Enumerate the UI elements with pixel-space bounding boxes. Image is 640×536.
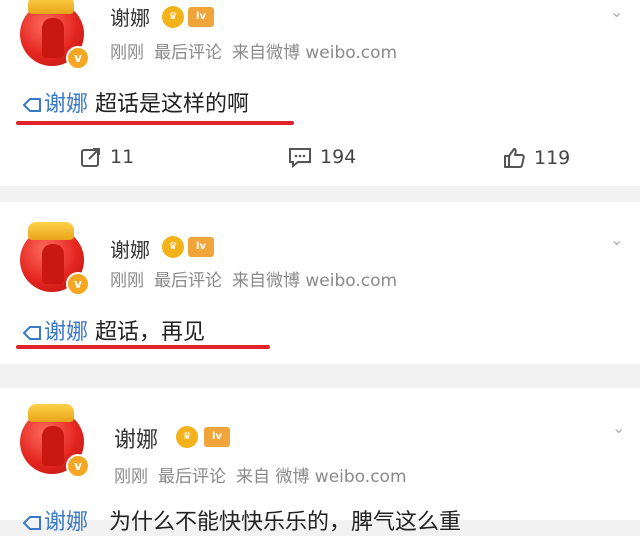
chevron-down-icon[interactable]: ⌄ [612, 418, 625, 437]
chevron-down-icon[interactable]: ⌄ [610, 230, 623, 249]
repost-icon [81, 148, 100, 167]
post-text: 超话，再见 [95, 320, 206, 345]
chevron-down-icon[interactable]: ⌄ [610, 2, 623, 21]
verified-icon: v [66, 272, 90, 296]
crown-decoration [28, 0, 74, 14]
level-icon: lv [204, 427, 230, 447]
post-time: 刚刚 [114, 467, 148, 487]
like-button[interactable]: 119 [502, 146, 570, 170]
topic-name: 谢娜 [44, 320, 89, 345]
gold-member-icon: ♛ [162, 6, 184, 28]
avatar-figure [42, 426, 64, 466]
gold-member-icon: ♛ [162, 236, 184, 258]
topic-name: 谢娜 [44, 92, 89, 117]
level-icon: lv [188, 7, 214, 27]
post-actions: 11 194 119 [0, 130, 640, 186]
super-topic-link[interactable]: 谢娜 [22, 320, 88, 345]
super-topic-link[interactable]: 谢娜 [22, 92, 88, 117]
last-comment-label: 最后评论 [154, 43, 222, 63]
avatar-figure [42, 244, 64, 284]
post-meta: 刚刚 最后评论 来自微博 weibo.com [110, 38, 407, 63]
red-underline [16, 345, 270, 349]
comment-button[interactable]: 194 [288, 146, 356, 168]
post-source: 来自微博 weibo.com [232, 271, 398, 291]
post-source: 来自微博 weibo.com [232, 43, 398, 63]
like-count: 119 [534, 147, 571, 169]
weibo-post: v 谢娜 ♛ lv ⌄ 刚刚 最后评论 来自 微博 weibo.com 谢娜 为什么… [0, 388, 640, 535]
post-content: 谢娜 为什么不能快快乐乐的，脾气这么重 [22, 504, 461, 536]
post-content: 谢娜 超话，再见 [22, 314, 205, 346]
post-time: 刚刚 [110, 271, 144, 291]
weibo-post: v 谢娜 ♛ lv ⌄ 刚刚 最后评论 来自微博 weibo.com 谢娜 超话是这… [0, 0, 640, 130]
weibo-post: v 谢娜 ♛ lv ⌄ 刚刚 最后评论 来自微博 weibo.com 谢娜 超话，再… [0, 202, 640, 364]
last-comment-label: 最后评论 [158, 467, 226, 487]
post-text: 为什么不能快快乐乐的，脾气这么重 [109, 510, 462, 535]
super-topic-link[interactable]: 谢娜 [22, 510, 88, 535]
repost-count: 11 [110, 146, 135, 168]
avatar-figure [42, 18, 64, 58]
repost-button[interactable]: 11 [80, 146, 134, 168]
like-icon [504, 148, 525, 168]
topic-name: 谢娜 [44, 510, 89, 535]
verified-icon: v [66, 454, 90, 478]
post-text: 超话是这样的啊 [95, 92, 250, 117]
author-name[interactable]: 谢娜 [110, 234, 150, 263]
post-meta: 刚刚 最后评论 来自微博 weibo.com [110, 266, 407, 291]
last-comment-label: 最后评论 [154, 271, 222, 291]
crown-decoration [28, 222, 74, 240]
comment-count: 194 [320, 146, 357, 168]
comment-icon [289, 148, 311, 168]
post-time: 刚刚 [110, 43, 144, 63]
red-underline [16, 121, 294, 125]
gold-member-icon: ♛ [176, 426, 198, 448]
verified-icon: v [66, 46, 90, 70]
level-icon: lv [188, 237, 214, 257]
topic-tag-icon [22, 326, 41, 340]
post-source: 来自 微博 weibo.com [236, 467, 407, 487]
author-name[interactable]: 谢娜 [114, 422, 158, 454]
post-content: 谢娜 超话是这样的啊 [22, 86, 249, 118]
crown-decoration [28, 404, 74, 422]
post-meta: 刚刚 最后评论 来自 微博 weibo.com [114, 462, 417, 487]
topic-tag-icon [22, 98, 41, 112]
author-name[interactable]: 谢娜 [110, 2, 150, 31]
topic-tag-icon [22, 516, 41, 530]
